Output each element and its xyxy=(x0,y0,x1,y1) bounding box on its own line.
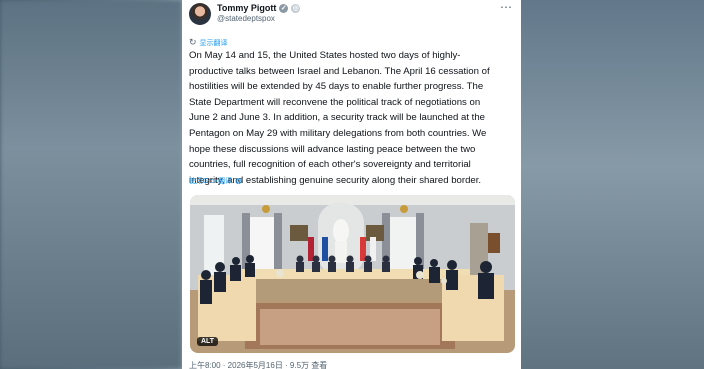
background-right xyxy=(521,0,704,369)
grok-icon: ❂ xyxy=(235,176,242,186)
grok-translate-link[interactable]: 使用Grok翻译 ❂ xyxy=(189,176,242,186)
author-row[interactable]: Tommy Pigott ✓ ◎ xyxy=(217,3,301,13)
author-name[interactable]: Tommy Pigott xyxy=(217,3,276,13)
meeting-room-illustration xyxy=(190,195,515,353)
translate-icon: ↻ xyxy=(189,37,197,47)
author-handle[interactable]: @statedeptspox xyxy=(217,14,275,23)
translate-link[interactable]: ↻ 显示翻译 xyxy=(189,37,228,48)
org-badge-icon: ◎ xyxy=(291,3,301,13)
avatar[interactable] xyxy=(189,3,211,25)
alt-badge[interactable]: ALT xyxy=(197,337,219,346)
grok-translate-label[interactable]: 使用Grok翻译 xyxy=(189,176,232,186)
translate-label[interactable]: 显示翻译 xyxy=(200,38,228,48)
post-meta: 上午8:00 · 2026年5月16日 · 9.5万 查看 xyxy=(189,361,328,369)
verified-badge-icon: ✓ xyxy=(279,3,289,13)
background-left xyxy=(0,0,182,369)
post-card: Tommy Pigott ✓ ◎ @statedeptspox ⋯ ↻ 显示翻译… xyxy=(182,0,521,369)
post-photo[interactable]: ALT xyxy=(190,195,515,353)
post-text: On May 14 and 15, the United States host… xyxy=(189,50,490,186)
more-icon[interactable]: ⋯ xyxy=(500,0,513,14)
